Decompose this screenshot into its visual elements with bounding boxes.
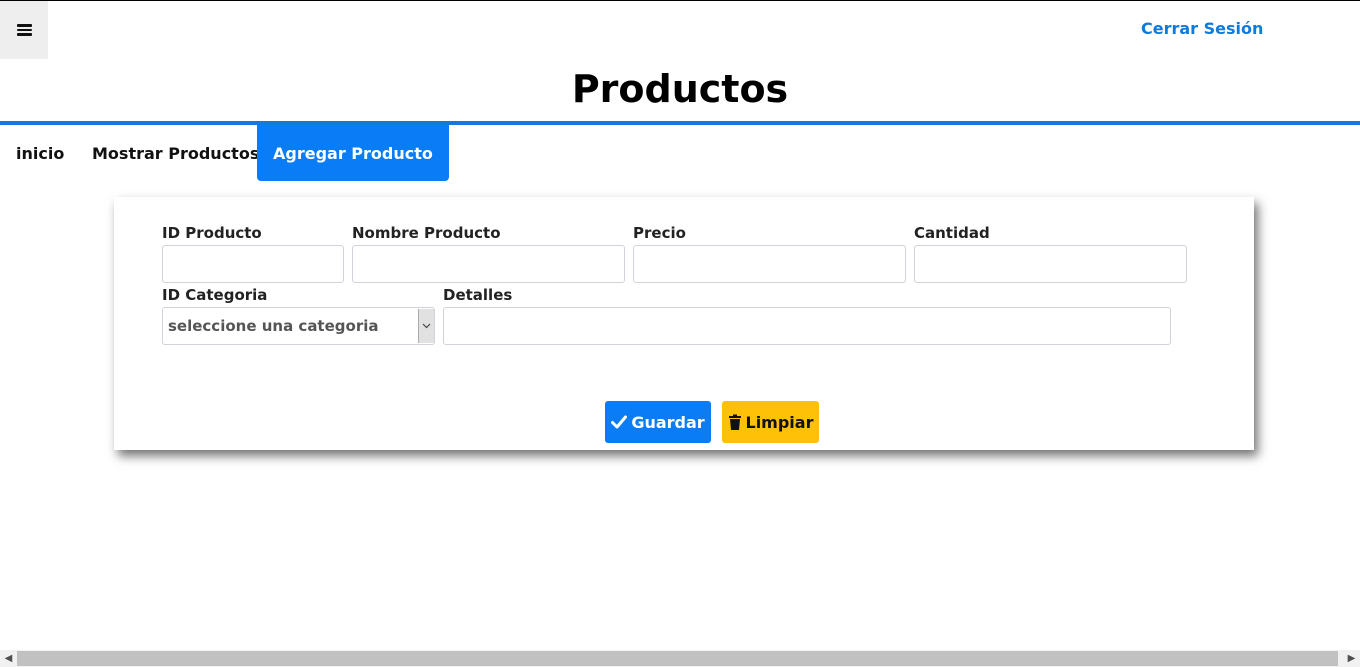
save-button-label: Guardar [631,412,705,432]
clear-button[interactable]: Limpiar [722,401,819,443]
horizontal-scrollbar[interactable]: ◀ ▶ [0,650,1360,667]
clear-button-label: Limpiar [745,412,814,432]
trash-icon [728,414,741,430]
categoria-select-value: seleccione una categoria [168,317,379,335]
cantidad-input[interactable] [914,245,1187,283]
id-producto-input[interactable] [162,245,344,283]
page-title: Productos [571,67,789,111]
chevron-down-icon [418,309,434,343]
hamburger-icon [16,24,32,36]
save-button[interactable]: Guardar [605,401,711,443]
product-form-card: ID Producto Nombre Producto Precio Canti… [114,197,1254,450]
precio-input[interactable] [633,245,906,283]
cantidad-label: Cantidad [914,224,990,242]
nombre-producto-label: Nombre Producto [352,224,501,242]
tab-mostrar-productos[interactable]: Mostrar Productos [92,125,259,181]
nombre-producto-input[interactable] [352,245,625,283]
precio-label: Precio [633,224,686,242]
logout-link[interactable]: Cerrar Sesión [1141,19,1263,38]
id-producto-label: ID Producto [162,224,262,242]
tab-agregar-producto[interactable]: Agregar Producto [257,125,449,181]
scroll-left-icon[interactable]: ◀ [0,650,17,667]
check-icon [611,415,628,429]
id-categoria-label: ID Categoria [162,286,268,304]
detalles-input[interactable] [443,307,1171,345]
categoria-select[interactable]: seleccione una categoria [162,307,435,345]
detalles-label: Detalles [443,286,513,304]
scroll-right-icon[interactable]: ▶ [1343,650,1360,667]
window-top-border [0,0,1360,1]
menu-toggle-button[interactable] [0,1,48,59]
tab-inicio[interactable]: inicio [16,125,64,181]
scrollbar-thumb[interactable] [17,651,1338,666]
